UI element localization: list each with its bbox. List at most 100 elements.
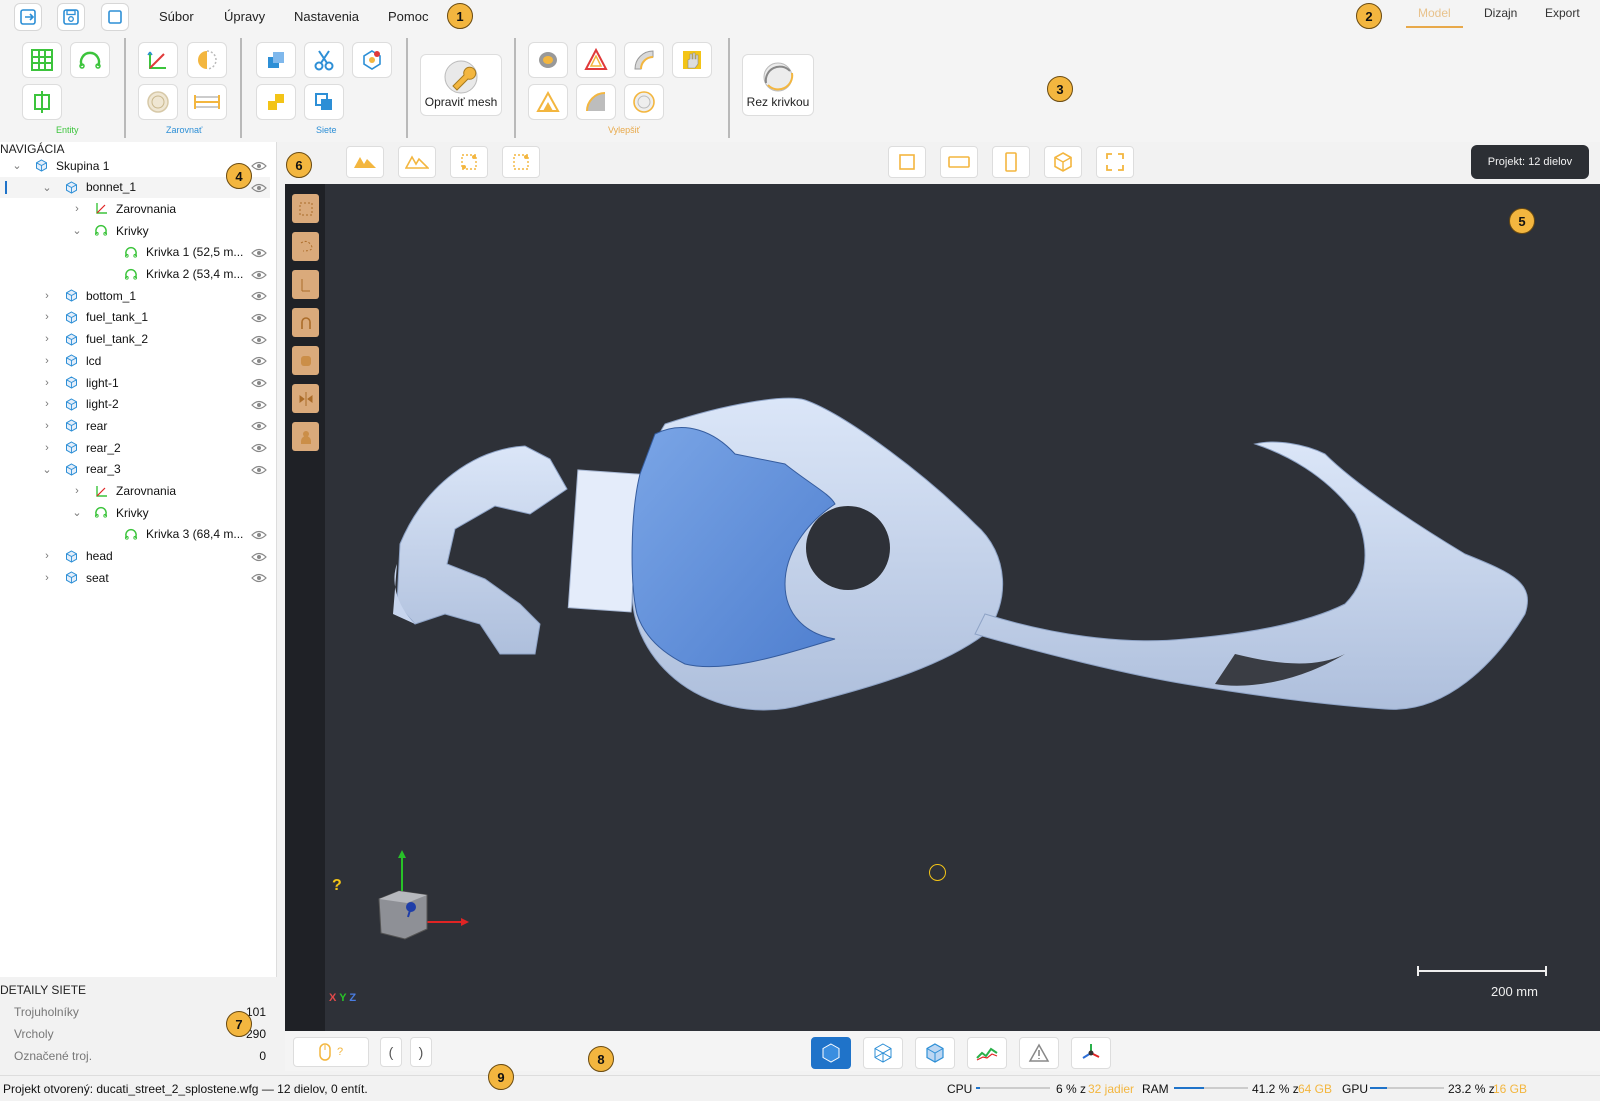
visibility-eye-icon[interactable]	[251, 572, 267, 583]
tree-row[interactable]: ⌄ Krivky	[0, 220, 270, 241]
rect-select-icon[interactable]	[292, 194, 319, 223]
tree-row[interactable]: Krivka 3 (68,4 m...	[0, 524, 270, 545]
new-window-icon[interactable]	[101, 3, 129, 31]
chevron-down-icon[interactable]: ⌄	[72, 506, 82, 519]
chevron-right-icon[interactable]: ›	[42, 398, 52, 410]
orientation-gizmo[interactable]	[367, 844, 477, 954]
tree-row[interactable]: › light-1	[0, 372, 270, 393]
tree-row[interactable]: Krivka 2 (53,4 m...	[0, 264, 270, 285]
decimate-icon[interactable]	[528, 84, 568, 120]
tree-row[interactable]: › seat	[0, 567, 270, 588]
visibility-eye-icon[interactable]	[251, 182, 267, 192]
part-rear[interactable]	[974, 441, 1528, 710]
chevron-down-icon[interactable]: ⌄	[42, 463, 52, 476]
fill-hole-icon[interactable]	[624, 42, 664, 78]
visibility-eye-icon[interactable]	[251, 420, 267, 431]
tab-design[interactable]: Dizajn	[1484, 6, 1517, 20]
mesh-merge-icon[interactable]	[304, 84, 344, 120]
plane-entity-icon[interactable]	[22, 84, 62, 120]
tree-row[interactable]: › Zarovnania	[0, 481, 270, 502]
chevron-right-icon[interactable]: ›	[42, 442, 52, 454]
remesh-sphere-icon[interactable]	[624, 84, 664, 120]
visibility-eye-icon[interactable]	[251, 334, 267, 344]
tree-row[interactable]: › fuel_tank_2	[0, 329, 270, 350]
mirror-select-icon[interactable]	[292, 384, 319, 413]
menu-file[interactable]: Súbor	[159, 9, 194, 24]
chevron-right-icon[interactable]: ›	[72, 203, 82, 215]
brush-select-icon[interactable]	[292, 346, 319, 375]
bracket-right-button[interactable]: )	[410, 1037, 432, 1067]
chevron-right-icon[interactable]: ›	[42, 550, 52, 562]
chevron-right-icon[interactable]: ›	[72, 485, 82, 497]
tree-row[interactable]: › head	[0, 546, 270, 567]
view-front-icon[interactable]	[888, 146, 926, 178]
smooth-icon[interactable]	[528, 42, 568, 78]
grid-icon[interactable]	[22, 42, 62, 78]
tab-export[interactable]: Export	[1545, 6, 1580, 20]
open-file-icon[interactable]	[14, 3, 42, 31]
lasso-select-icon[interactable]	[292, 232, 319, 261]
visibility-eye-icon[interactable]	[251, 551, 267, 561]
warning-mesh-icon[interactable]	[1019, 1037, 1059, 1069]
shaded-wire-mode-icon[interactable]	[915, 1037, 955, 1069]
tree-row[interactable]: › rear	[0, 415, 270, 436]
tree-row[interactable]: › lcd	[0, 350, 270, 371]
curve-cut-button[interactable]: Rez krivkou	[742, 54, 814, 116]
sculpt-hand-icon[interactable]	[672, 42, 712, 78]
bracket-left-button[interactable]: (	[380, 1037, 402, 1067]
wireframe-mode-icon[interactable]	[863, 1037, 903, 1069]
mesh-delete-icon[interactable]	[352, 42, 392, 78]
part-lcd[interactable]	[567, 469, 642, 613]
select-points-icon[interactable]	[450, 146, 488, 178]
chevron-right-icon[interactable]: ›	[42, 290, 52, 302]
person-select-icon[interactable]	[292, 422, 319, 451]
view-side-icon[interactable]	[992, 146, 1030, 178]
axes-align-icon[interactable]	[138, 42, 178, 78]
model-render[interactable]	[285, 184, 1600, 1031]
chevron-right-icon[interactable]: ›	[42, 377, 52, 389]
view-top-icon[interactable]	[940, 146, 978, 178]
view-outline-mountains-icon[interactable]	[398, 146, 436, 178]
chevron-down-icon[interactable]: ⌄	[12, 159, 22, 172]
chevron-right-icon[interactable]: ›	[42, 572, 52, 584]
triangle-fix-icon[interactable]	[576, 42, 616, 78]
chevron-right-icon[interactable]: ›	[42, 311, 52, 323]
magnet-select-icon[interactable]	[292, 308, 319, 337]
visibility-eye-icon[interactable]	[251, 442, 267, 453]
visibility-eye-icon[interactable]	[251, 464, 267, 474]
visibility-eye-icon[interactable]	[251, 377, 267, 388]
menu-settings[interactable]: Nastavenia	[294, 9, 359, 24]
curvature-graph-icon[interactable]	[967, 1037, 1007, 1069]
visibility-eye-icon[interactable]	[251, 312, 267, 322]
help-mark[interactable]: ?	[332, 877, 342, 895]
3d-viewport[interactable]: ? X Y Z 200 mm 5	[285, 184, 1600, 1031]
repair-mesh-button[interactable]: Opraviť mesh	[420, 54, 502, 116]
visibility-eye-icon[interactable]	[251, 247, 267, 257]
visibility-eye-icon[interactable]	[251, 160, 267, 171]
transform-gizmo-icon[interactable]	[1071, 1037, 1111, 1069]
surface-patch-icon[interactable]	[576, 84, 616, 120]
tree-row[interactable]: › rear_2	[0, 437, 270, 458]
scissors-icon[interactable]	[304, 42, 344, 78]
chevron-down-icon[interactable]: ⌄	[42, 181, 52, 194]
mesh-boolean-icon[interactable]	[256, 42, 296, 78]
menu-help[interactable]: Pomoc	[388, 9, 428, 24]
save-icon[interactable]	[57, 3, 85, 31]
visibility-eye-icon[interactable]	[251, 399, 267, 409]
visibility-eye-icon[interactable]	[251, 529, 267, 539]
tree-row[interactable]: › Zarovnania	[0, 198, 270, 219]
sphere-align-icon[interactable]	[138, 84, 178, 120]
tree-row[interactable]: › bottom_1	[0, 285, 270, 306]
tree-row[interactable]: Krivka 1 (52,5 m...	[0, 242, 270, 263]
mouse-hint-button[interactable]: ?	[293, 1037, 369, 1067]
visibility-eye-icon[interactable]	[251, 269, 267, 279]
chevron-right-icon[interactable]: ›	[42, 333, 52, 345]
select-region-icon[interactable]	[502, 146, 540, 178]
line-select-icon[interactable]	[292, 270, 319, 299]
shaded-mode-icon[interactable]	[811, 1037, 851, 1069]
visibility-eye-icon[interactable]	[251, 290, 267, 301]
view-solid-mountains-icon[interactable]	[346, 146, 384, 178]
mirror-align-icon[interactable]	[187, 42, 227, 78]
tree-row[interactable]: ⌄ rear_3	[0, 459, 270, 480]
chevron-right-icon[interactable]: ›	[42, 420, 52, 432]
